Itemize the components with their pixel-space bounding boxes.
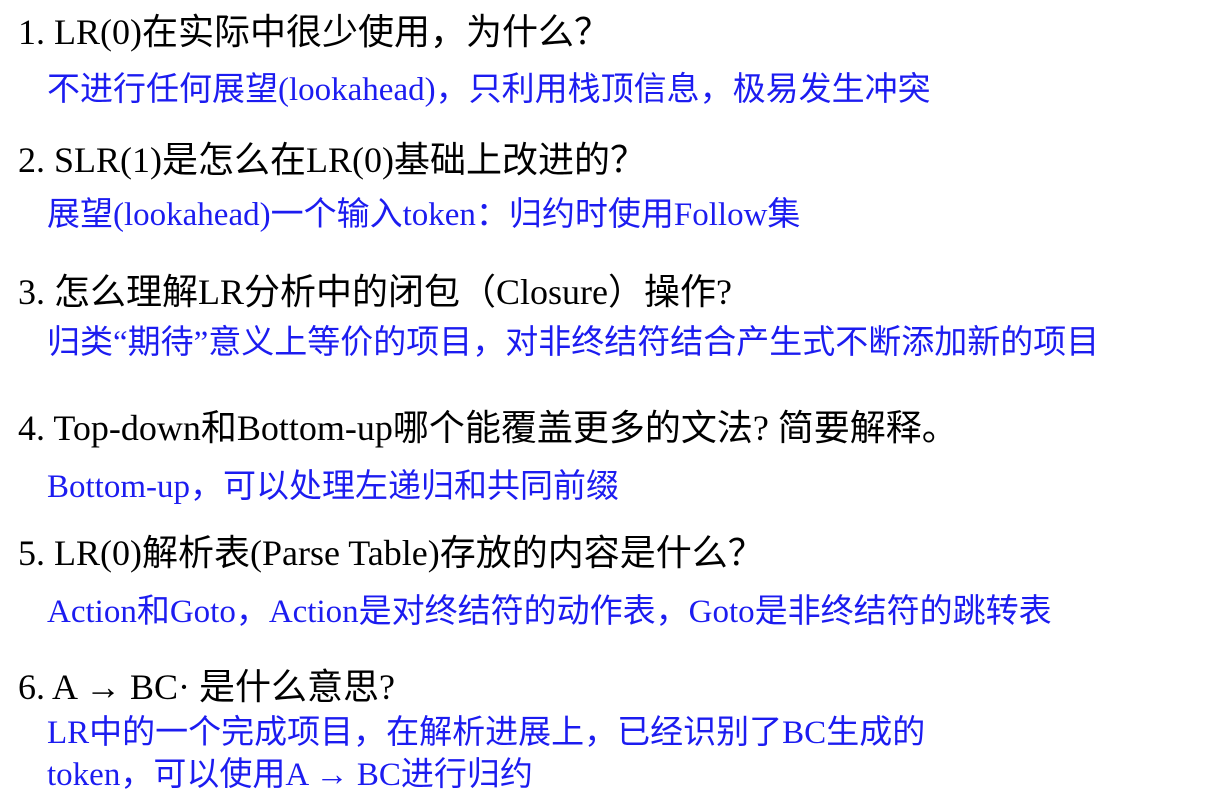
answer-4: Bottom-up，可以处理左递归和共同前缀 xyxy=(47,469,620,505)
question-2: 2. SLR(1)是怎么在LR(0)基础上改进的？ xyxy=(18,140,646,180)
question-4: 4. Top-down和Bottom-up哪个能覆盖更多的文法? 简要解释。 xyxy=(18,408,958,448)
question-1: 1. LR(0)在实际中很少使用，为什么？ xyxy=(18,12,610,52)
answer-1: 不进行任何展望(lookahead)，只利用栈顶信息，极易发生冲突 xyxy=(47,72,931,108)
answer-6-line-2: token，可以使用A → BC进行归约 xyxy=(47,757,533,793)
question-6: 6. A → BC· 是什么意思? xyxy=(18,667,396,707)
question-5: 5. LR(0)解析表(Parse Table)存放的内容是什么？ xyxy=(18,533,764,573)
question-3: 3. 怎么理解LR分析中的闭包（Closure）操作? xyxy=(18,272,732,312)
answer-6-line-1: LR中的一个完成项目，在解析进展上，已经识别了BC生成的 xyxy=(47,715,926,751)
answer-3: 归类“期待”意义上等价的项目，对非终结符结合产生式不断添加新的项目 xyxy=(47,325,1100,361)
answer-2: 展望(lookahead)一个输入token：归约时使用Follow集 xyxy=(47,197,801,233)
answer-5: Action和Goto，Action是对终结符的动作表，Goto是非终结符的跳转… xyxy=(47,594,1052,630)
